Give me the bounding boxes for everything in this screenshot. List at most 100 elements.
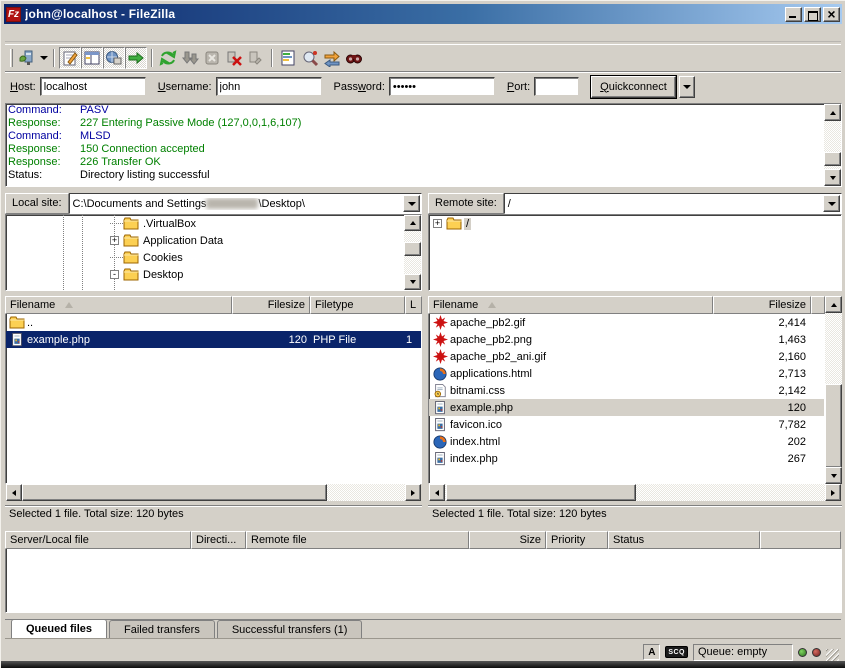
column-header[interactable]: Size <box>469 531 546 549</box>
scroll-down-button[interactable] <box>824 169 841 186</box>
column-header[interactable]: Server/Local file <box>5 531 191 549</box>
quickconnect-dropdown[interactable] <box>679 76 695 98</box>
menu-item[interactable] <box>75 32 89 36</box>
app-icon[interactable]: Fz <box>6 7 21 22</box>
collapse-icon[interactable] <box>110 270 119 279</box>
column-header[interactable]: Directi... <box>191 531 246 549</box>
process-queue-icon <box>181 49 199 67</box>
toggle-queue-button[interactable] <box>125 47 147 69</box>
expand-icon[interactable] <box>433 219 442 228</box>
column-header[interactable]: Status <box>608 531 760 549</box>
file-row[interactable]: .. <box>6 314 421 331</box>
tab-failed-transfers[interactable]: Failed transfers <box>109 620 215 638</box>
minimize-button[interactable] <box>785 7 802 22</box>
compare-button[interactable] <box>299 47 321 69</box>
scroll-right-button[interactable] <box>825 484 841 501</box>
password-input[interactable] <box>389 77 495 96</box>
log-scrollbar[interactable] <box>824 104 841 186</box>
file-row[interactable]: example.php 120 PHP File 1 <box>6 331 421 348</box>
column-header[interactable]: Filesize <box>713 296 811 314</box>
expand-icon[interactable] <box>110 236 119 245</box>
scroll-thumb[interactable] <box>404 242 421 256</box>
quickconnect-button[interactable]: Quickconnect <box>591 76 676 98</box>
file-row[interactable]: example.php 120 <box>429 399 824 416</box>
tree-item[interactable]: Cookies <box>6 249 421 266</box>
remote-combo-dropdown[interactable] <box>823 195 840 212</box>
maximize-button[interactable] <box>804 7 821 22</box>
scroll-thumb[interactable] <box>446 484 636 501</box>
sync-browse-button[interactable] <box>321 47 343 69</box>
file-row[interactable]: index.php 267 <box>429 450 824 467</box>
toggle-local-tree-button[interactable] <box>81 47 103 69</box>
file-row[interactable]: apache_pb2.gif 2,414 <box>429 314 824 331</box>
file-row[interactable]: favicon.ico 7,782 <box>429 416 824 433</box>
tree-item-label[interactable]: Desktop <box>141 269 185 281</box>
close-button[interactable] <box>823 7 840 22</box>
file-row[interactable]: bitnami.css 2,142 <box>429 382 824 399</box>
site-manager-dropdown[interactable] <box>38 48 49 68</box>
filter-button[interactable] <box>277 47 299 69</box>
tree-item-label[interactable]: Cookies <box>141 252 185 264</box>
scroll-thumb[interactable] <box>825 384 842 468</box>
column-header[interactable]: Filetype <box>310 296 405 314</box>
menu-item[interactable] <box>33 32 47 36</box>
remote-list-vscrollbar[interactable] <box>825 296 842 484</box>
scroll-down-button[interactable] <box>404 274 421 290</box>
column-header[interactable]: Filename <box>5 296 232 314</box>
toggle-remote-tree-button[interactable] <box>103 47 125 69</box>
column-header[interactable]: Filename <box>428 296 713 314</box>
menu-item[interactable] <box>5 32 19 36</box>
tree-item-label[interactable]: / <box>464 218 471 230</box>
scroll-left-button[interactable] <box>429 484 445 501</box>
column-header[interactable]: L <box>405 296 422 314</box>
remote-list-hscrollbar[interactable] <box>429 484 841 501</box>
column-header[interactable]: Priority <box>546 531 608 549</box>
scroll-thumb[interactable] <box>22 484 327 501</box>
file-row[interactable]: apache_pb2_ani.gif 2,160 <box>429 348 824 365</box>
scroll-down-button[interactable] <box>825 467 842 484</box>
tab-queued-files[interactable]: Queued files <box>11 619 107 638</box>
toolbar-grip[interactable] <box>10 49 13 67</box>
scroll-up-button[interactable] <box>825 296 842 313</box>
pane-splitter[interactable] <box>422 193 428 523</box>
speed-limit-icon[interactable]: SCQ <box>665 646 688 658</box>
local-combo-dropdown[interactable] <box>403 195 420 212</box>
toggle-message-log-button[interactable] <box>59 47 81 69</box>
port-input[interactable] <box>534 77 579 96</box>
remote-site-combo[interactable]: / <box>504 193 842 214</box>
local-list-hscrollbar[interactable] <box>6 484 421 501</box>
scroll-up-button[interactable] <box>824 104 841 121</box>
scroll-left-button[interactable] <box>6 484 22 501</box>
menu-item[interactable] <box>47 32 61 36</box>
tab-successful-transfers-1[interactable]: Successful transfers (1) <box>217 620 363 638</box>
column-header[interactable]: Remote file <box>246 531 469 549</box>
tree-item-label[interactable]: .VirtualBox <box>141 218 198 230</box>
tree-item[interactable]: Desktop <box>6 266 421 283</box>
site-manager-button[interactable] <box>16 47 38 69</box>
file-row[interactable]: apache_pb2.png 1,463 <box>429 331 824 348</box>
tree-item[interactable]: .VirtualBox <box>6 215 421 232</box>
remote-selection-status: Selected 1 file. Total size: 120 bytes <box>428 505 842 522</box>
file-row[interactable]: index.html 202 <box>429 433 824 450</box>
data-type-indicator[interactable]: A <box>643 644 660 660</box>
scroll-right-button[interactable] <box>405 484 421 501</box>
column-header[interactable] <box>760 531 841 549</box>
username-input[interactable] <box>216 77 322 96</box>
menu-item[interactable] <box>89 32 103 36</box>
column-header[interactable] <box>811 296 825 314</box>
file-row[interactable]: applications.html 2,713 <box>429 365 824 382</box>
scroll-up-button[interactable] <box>404 215 421 231</box>
local-site-combo[interactable]: C:\Documents and Settings\Desktop\ <box>69 193 422 214</box>
host-input[interactable] <box>40 77 146 96</box>
tree-item[interactable]: Application Data <box>6 232 421 249</box>
menu-item[interactable] <box>19 32 33 36</box>
column-header[interactable]: Filesize <box>232 296 310 314</box>
scroll-thumb[interactable] <box>824 152 841 166</box>
tree-item[interactable]: / <box>429 215 841 232</box>
refresh-button[interactable] <box>157 47 179 69</box>
find-files-button[interactable] <box>343 47 365 69</box>
disconnect-button[interactable] <box>223 47 245 69</box>
tree-item-label[interactable]: Application Data <box>141 235 225 247</box>
menu-item[interactable] <box>61 32 75 36</box>
local-tree-scrollbar[interactable] <box>404 215 421 290</box>
